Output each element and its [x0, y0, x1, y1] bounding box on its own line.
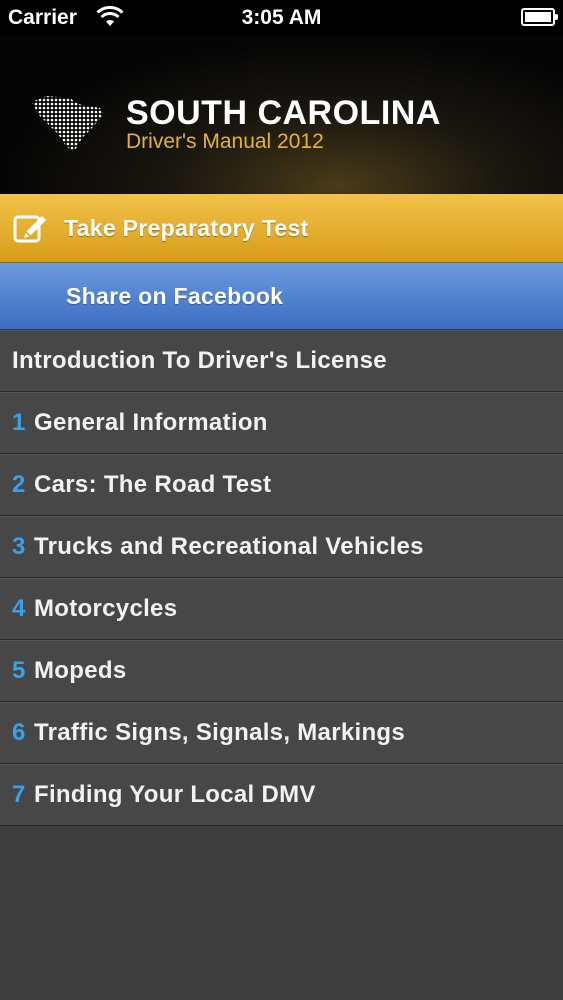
menu-item-mopeds[interactable]: 5 Mopeds — [0, 640, 563, 702]
menu-item-number: 1 — [12, 408, 26, 436]
menu-item-label: Motorcycles — [34, 594, 178, 622]
battery-icon — [521, 8, 558, 26]
menu-item-label: Cars: The Road Test — [34, 470, 272, 498]
menu-item-label: Traffic Signs, Signals, Markings — [34, 718, 406, 746]
status-time: 3:05 AM — [241, 6, 322, 29]
menu-item-number: 5 — [12, 656, 26, 684]
share-on-facebook-label: Share on Facebook — [66, 282, 284, 309]
menu-item-cars-road-test[interactable]: 2 Cars: The Road Test — [0, 454, 563, 516]
take-preparatory-test-button[interactable]: Take Preparatory Test — [0, 194, 563, 263]
share-on-facebook-button[interactable]: Share on Facebook — [0, 263, 563, 330]
menu-item-label: Mopeds — [34, 656, 127, 684]
app-header: SOUTH CAROLINA Driver's Manual 2012 — [0, 36, 563, 194]
menu-item-label: Introduction To Driver's License — [12, 346, 387, 374]
menu-item-introduction[interactable]: Introduction To Driver's License — [0, 330, 563, 392]
menu-item-motorcycles[interactable]: 4 Motorcycles — [0, 578, 563, 640]
menu-item-label: Trucks and Recreational Vehicles — [34, 532, 424, 560]
menu-item-label: Finding Your Local DMV — [34, 780, 316, 808]
menu-item-general-information[interactable]: 1 General Information — [0, 392, 563, 454]
status-bar: Carrier 3:05 AM — [0, 0, 563, 36]
menu-item-number: 2 — [12, 470, 26, 498]
menu-item-number: 7 — [12, 780, 26, 808]
state-map-icon — [32, 96, 104, 152]
edit-icon — [13, 215, 46, 243]
app-title: SOUTH CAROLINA — [126, 94, 441, 132]
menu-item-traffic-signs[interactable]: 6 Traffic Signs, Signals, Markings — [0, 702, 563, 764]
app-subtitle: Driver's Manual 2012 — [126, 130, 324, 153]
chapter-menu: Introduction To Driver's License 1 Gener… — [0, 330, 563, 826]
menu-item-label: General Information — [34, 408, 268, 436]
menu-item-local-dmv[interactable]: 7 Finding Your Local DMV — [0, 764, 563, 826]
take-preparatory-test-label: Take Preparatory Test — [64, 214, 309, 241]
menu-item-number: 3 — [12, 532, 26, 560]
menu-item-trucks-recreational[interactable]: 3 Trucks and Recreational Vehicles — [0, 516, 563, 578]
menu-item-number: 4 — [12, 594, 26, 622]
menu-item-number: 6 — [12, 718, 26, 746]
